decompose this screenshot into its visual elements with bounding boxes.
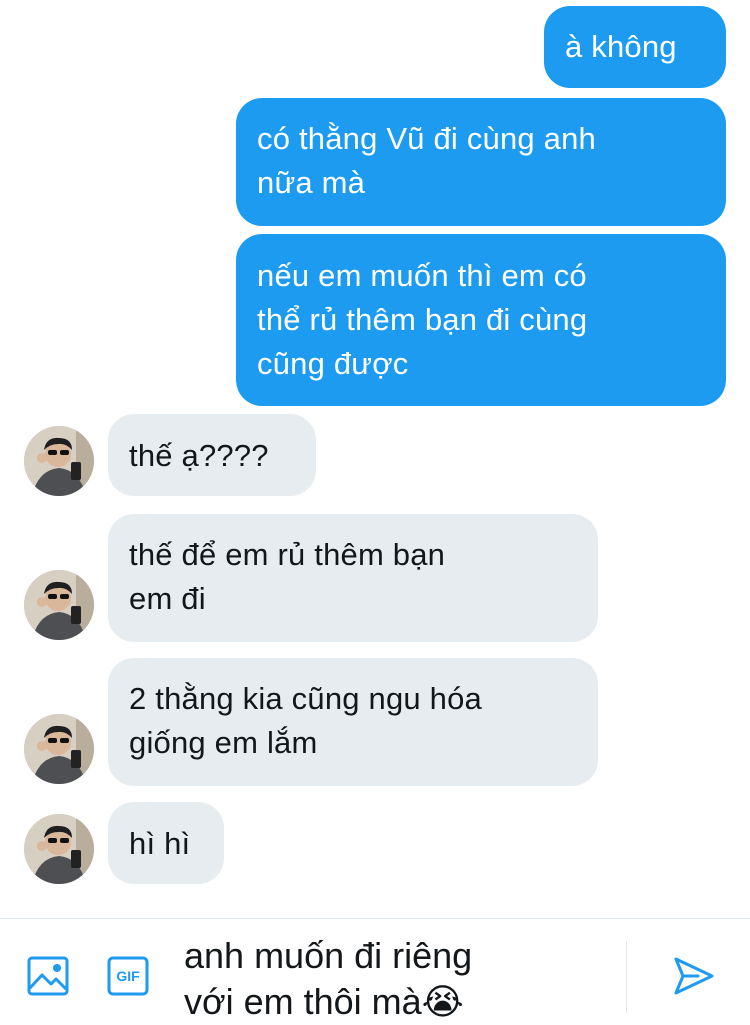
message-line: thế để em rủ thêm bạn	[129, 537, 446, 572]
send-icon[interactable]	[672, 955, 716, 997]
avatar[interactable]	[24, 814, 94, 884]
message-line: có thằng Vũ đi cùng anh	[257, 121, 596, 156]
sent-message[interactable]: nếu em muốn thì em có thể rủ thêm bạn đi…	[236, 234, 726, 406]
received-message[interactable]: 2 thằng kia cũng ngu hóa giống em lắm	[108, 658, 598, 786]
message-composer: GIF anh muốn đi riêng với em thôi mà😭	[0, 918, 750, 1025]
sent-message[interactable]: có thằng Vũ đi cùng anh nữa mà	[236, 98, 726, 226]
gif-label: GIF	[116, 968, 140, 984]
avatar[interactable]	[24, 426, 94, 496]
received-message[interactable]: hì hì	[108, 802, 224, 884]
image-icon[interactable]	[26, 955, 70, 997]
received-message[interactable]: thế để em rủ thêm bạn em đi	[108, 514, 598, 642]
message-line: em đi	[129, 581, 206, 616]
message-line: nếu em muốn thì em có	[257, 258, 587, 293]
input-line: với em thôi mà😭	[184, 981, 464, 1022]
message-input[interactable]: anh muốn đi riêng với em thôi mà😭	[184, 933, 604, 1025]
sent-message[interactable]: à không	[544, 6, 726, 88]
message-line: nữa mà	[257, 165, 366, 200]
message-line: thế ạ????	[129, 438, 269, 473]
divider	[626, 941, 627, 1013]
message-line: 2 thằng kia cũng ngu hóa	[129, 681, 482, 716]
input-line: anh muốn đi riêng	[184, 935, 473, 976]
received-message[interactable]: thế ạ????	[108, 414, 316, 496]
message-line: thể rủ thêm bạn đi cùng	[257, 302, 588, 337]
message-thread: à không có thằng Vũ đi cùng anh nữa mà n…	[0, 0, 750, 918]
gif-icon[interactable]: GIF	[106, 955, 150, 997]
avatar[interactable]	[24, 570, 94, 640]
avatar[interactable]	[24, 714, 94, 784]
message-line: à không	[565, 29, 677, 64]
message-line: hì hì	[129, 826, 191, 861]
message-line: giống em lắm	[129, 725, 318, 760]
message-line: cũng được	[257, 346, 409, 381]
